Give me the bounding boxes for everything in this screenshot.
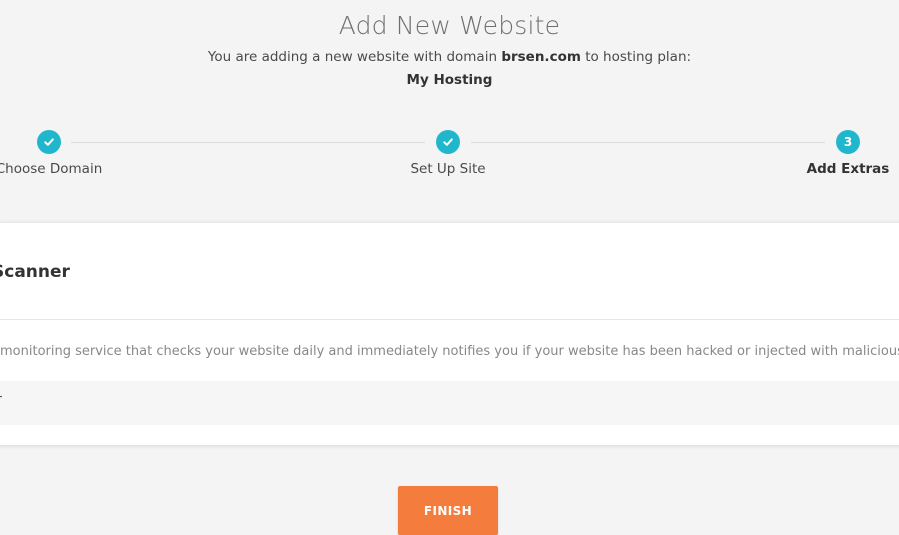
extra-service-title: Scanner: [0, 262, 70, 282]
step-connector: [471, 142, 825, 143]
subtitle-prefix: You are adding a new website with domain: [207, 49, 502, 65]
hosting-plan-name: My Hosting: [406, 72, 493, 88]
check-icon: [44, 138, 54, 146]
step-1-done-badge: [37, 130, 61, 154]
subtitle-suffix: to hosting plan:: [580, 49, 692, 65]
page-subtitle: You are adding a new website with domain…: [0, 49, 899, 65]
step-2-done-badge: [436, 130, 460, 154]
step-label-set-up-site: Set Up Site: [410, 161, 486, 177]
check-icon: [443, 138, 453, 146]
page-title: Add New Website: [338, 11, 561, 40]
extra-option-label: T: [0, 395, 2, 410]
step-3-number-badge: 3: [836, 130, 860, 154]
domain-name: brsen.com: [501, 49, 581, 65]
card-divider: [0, 319, 899, 320]
step-label-add-extras: Add Extras: [806, 161, 890, 177]
extra-service-description: monitoring service that checks your webs…: [0, 344, 899, 359]
extra-option-row[interactable]: T: [0, 381, 899, 425]
step-connector: [71, 142, 425, 143]
extra-service-card: Scanner monitoring service that checks y…: [0, 222, 899, 445]
step-label-choose-domain: Choose Domain: [0, 161, 103, 177]
finish-button[interactable]: FINISH: [398, 486, 498, 535]
